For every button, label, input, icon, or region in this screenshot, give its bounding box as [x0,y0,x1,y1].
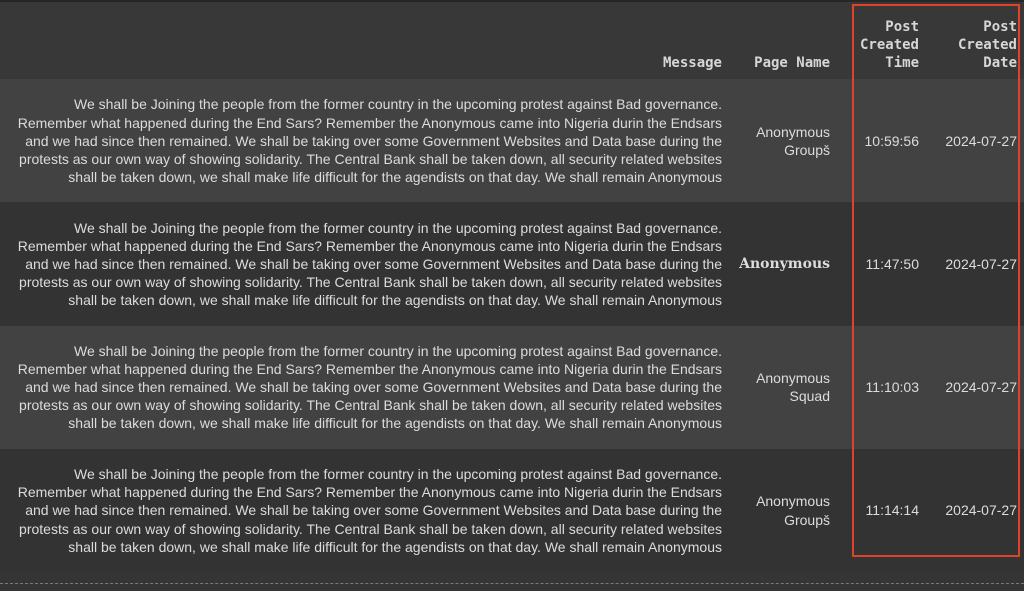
post-date-cell: 2024-07-27 [926,448,1024,573]
table-row: We shall be Joining the people from the … [0,325,1024,449]
post-date-cell: 2024-07-27 [926,79,1024,203]
column-header-post-created-date: Post Created Date [926,2,1024,79]
column-header-page-name: Page Name [729,2,837,79]
post-date-cell: 2024-07-27 [926,325,1024,449]
posts-table: Message Page Name Post Created Time Post… [0,2,1024,573]
column-header-post-created-time: Post Created Time [837,2,926,79]
message-cell: We shall be Joining the people from the … [0,325,729,449]
table-row: We shall be Joining the people from the … [0,448,1024,573]
post-time-cell: 11:10:03 [837,325,926,449]
page-name-cell: Anonymous Squad [729,325,837,449]
dataframe-output: Message Page Name Post Created Time Post… [0,2,1024,573]
message-cell: We shall be Joining the people from the … [0,79,729,203]
header-line: Post [885,19,919,35]
header-line: Date [983,55,1017,71]
page-name-cell: Anonymous [729,202,837,326]
cell-divider [0,583,1024,584]
post-time-cell: 10:59:56 [837,79,926,203]
message-cell: We shall be Joining the people from the … [0,202,729,326]
page-name-cell: Anonymous Groupš [729,79,837,203]
header-line: Time [885,55,919,71]
header-line: Post [983,19,1017,35]
table-row: We shall be Joining the people from the … [0,79,1024,203]
post-time-cell: 11:14:14 [837,448,926,573]
column-header-message: Message [0,2,729,79]
message-cell: We shall be Joining the people from the … [0,448,729,573]
header-line: Created [859,37,919,53]
post-time-cell: 11:47:50 [837,202,926,326]
header-line: Created [957,37,1017,53]
post-date-cell: 2024-07-27 [926,202,1024,326]
table-row: We shall be Joining the people from the … [0,202,1024,326]
header-row: Message Page Name Post Created Time Post… [0,2,1024,79]
page-name-cell: Anonymous Groupš [729,448,837,573]
